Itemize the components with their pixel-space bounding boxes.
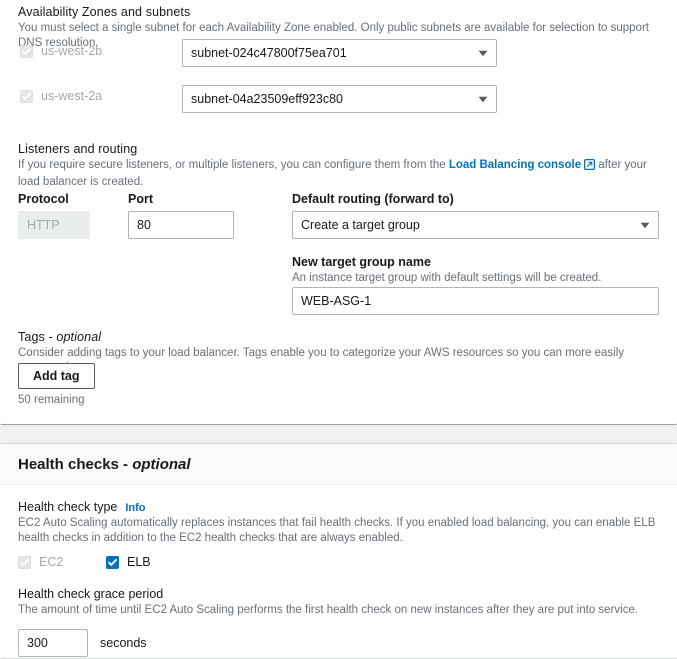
health-checks-title-optional: optional: [132, 455, 191, 473]
health-check-type-heading: Health check type Info: [18, 500, 659, 514]
protocol-value-readonly: HTTP: [18, 211, 90, 239]
subnet-select-us-west-2a[interactable]: subnet-04a23509eff923c80: [182, 85, 497, 113]
az-label-us-west-2b: us-west-2b: [41, 44, 103, 58]
listeners-description-prefix: If you require secure listeners, or mult…: [18, 159, 449, 171]
az-label-us-west-2a: us-west-2a: [41, 89, 103, 103]
health-check-type-info-link[interactable]: Info: [125, 502, 145, 514]
tags-section: Tags - optional Consider adding tags to …: [18, 330, 663, 376]
health-check-type-options: EC2 ELB: [18, 555, 659, 569]
chevron-down-icon: [640, 212, 650, 238]
protocol-label: Protocol: [18, 192, 69, 206]
load-balancing-console-link[interactable]: Load Balancing console: [449, 159, 581, 171]
listeners-section: Listeners and routing If you require sec…: [18, 142, 663, 190]
grace-period-input[interactable]: 300: [18, 628, 88, 657]
chevron-down-icon: [478, 86, 488, 112]
elb-checkbox[interactable]: [106, 555, 119, 569]
default-routing-label: Default routing (forward to): [292, 192, 454, 206]
health-checks-title-text: Health checks -: [18, 455, 133, 473]
protocol-value: HTTP: [27, 218, 60, 232]
az-checkbox-us-west-2a[interactable]: [20, 89, 33, 103]
subnet-value-us-west-2b: subnet-024c47800f75ea701: [191, 46, 347, 60]
chevron-down-icon: [478, 40, 488, 66]
health-checks-body: Health check type Info EC2 Auto Scaling …: [0, 485, 677, 657]
default-routing-select[interactable]: Create a target group: [292, 211, 659, 239]
target-group-name-input[interactable]: WEB-ASG-1: [292, 287, 659, 315]
health-check-option-elb: ELB: [106, 555, 151, 569]
grace-period-input-row: 300 seconds: [18, 628, 659, 657]
port-value: 80: [137, 218, 151, 232]
external-link-icon[interactable]: [584, 158, 596, 175]
health-checks-card: Health checks - optional Health check ty…: [0, 443, 677, 659]
elb-checkbox-label: ELB: [127, 555, 151, 570]
tags-title: Tags - optional: [18, 330, 663, 344]
health-check-type-label: Health check type: [18, 500, 118, 514]
load-balancer-card: Availability Zones and subnets You must …: [0, 0, 677, 425]
subnet-select-us-west-2b[interactable]: subnet-024c47800f75ea701: [182, 39, 497, 67]
health-checks-title: Health checks - optional: [18, 456, 191, 473]
grace-period-label: Health check grace period: [18, 587, 164, 602]
target-group-name-description: An instance target group with default se…: [292, 272, 602, 284]
port-input[interactable]: 80: [128, 211, 234, 239]
health-check-type-description: EC2 Auto Scaling automatically replaces …: [18, 517, 656, 545]
listeners-description: If you require secure listeners, or mult…: [18, 158, 663, 190]
target-group-name-label: New target group name: [292, 255, 431, 269]
tags-description: Consider adding tags to your load balanc…: [18, 347, 625, 374]
availability-zone-row-us-west-2b: us-west-2b: [20, 44, 102, 58]
grace-period-value: 300: [27, 635, 48, 650]
grace-period-unit: seconds: [100, 635, 147, 650]
health-check-option-ec2: EC2: [18, 555, 106, 569]
grace-period-section: Health check grace period The amount of …: [18, 587, 659, 657]
availability-zones-title: Availability Zones and subnets: [18, 5, 191, 19]
add-tag-button[interactable]: Add tag: [18, 363, 95, 389]
target-group-name-section: New target group name An instance target…: [292, 255, 659, 286]
port-label: Port: [128, 192, 153, 206]
listeners-title: Listeners and routing: [18, 142, 138, 156]
ec2-checkbox-label: EC2: [39, 555, 64, 570]
tags-remaining: 50 remaining: [18, 394, 85, 406]
subnet-value-us-west-2a: subnet-04a23509eff923c80: [191, 92, 343, 106]
tags-title-text: Tags -: [18, 330, 57, 344]
az-checkbox-us-west-2b[interactable]: [20, 44, 33, 58]
grace-period-description: The amount of time until EC2 Auto Scalin…: [18, 604, 639, 617]
default-routing-value: Create a target group: [301, 218, 420, 232]
tags-title-optional: optional: [56, 330, 102, 344]
ec2-checkbox[interactable]: [18, 555, 31, 569]
availability-zone-row-us-west-2a: us-west-2a: [20, 89, 102, 103]
target-group-name-value: WEB-ASG-1: [301, 294, 372, 308]
health-checks-header: Health checks - optional: [0, 444, 677, 485]
